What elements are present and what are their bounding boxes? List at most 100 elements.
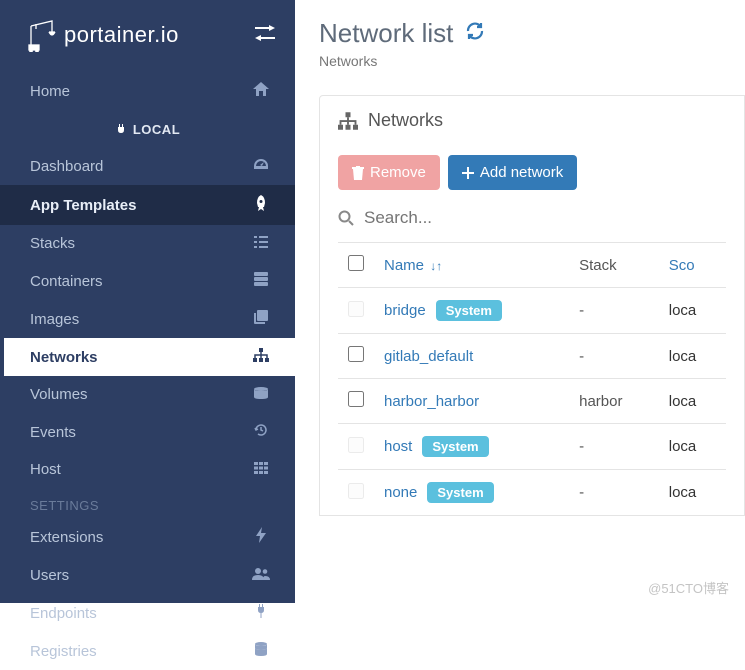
breadcrumb: Networks (319, 53, 745, 69)
nav-label: Stacks (30, 235, 75, 252)
system-tag: System (422, 436, 488, 457)
nav-label: Networks (30, 349, 98, 366)
row-checkbox[interactable] (348, 346, 364, 362)
plug-icon (251, 604, 271, 622)
scope-cell: loca (659, 334, 726, 379)
row-checkbox[interactable] (348, 391, 364, 407)
server-icon (251, 272, 271, 290)
scope-cell: loca (659, 424, 726, 470)
th-icon (251, 461, 271, 478)
nav-networks[interactable]: Networks (0, 338, 295, 376)
nav-label: Events (30, 424, 76, 441)
brand-text: portainer.io (64, 22, 179, 48)
trash-icon (352, 166, 364, 180)
row-checkbox (348, 301, 364, 317)
button-label: Add network (480, 164, 563, 181)
nav-label: Users (30, 567, 69, 584)
nav-host[interactable]: Host (0, 451, 295, 488)
network-name-link[interactable]: gitlab_default (384, 348, 473, 365)
database-icon (251, 642, 271, 660)
history-icon (251, 423, 271, 441)
networks-table: Name ↓↑ Stack Sco bridgeSystem-locagitla… (338, 242, 726, 515)
list-icon (251, 235, 271, 252)
sitemap-icon (338, 111, 358, 131)
system-tag: System (427, 482, 493, 503)
select-all-header (338, 243, 374, 288)
nav-label: Containers (30, 273, 103, 290)
stack-cell: - (569, 288, 659, 334)
network-name-link[interactable]: none (384, 484, 417, 501)
stack-cell: - (569, 424, 659, 470)
scope-cell: loca (659, 288, 726, 334)
select-all-checkbox[interactable] (348, 255, 364, 271)
endpoint-section: LOCAL (0, 112, 295, 147)
nav-endpoints[interactable]: Endpoints (0, 594, 295, 632)
col-name[interactable]: Name ↓↑ (374, 243, 569, 288)
bolt-icon (251, 527, 271, 547)
table-row: host System -loca (338, 424, 726, 470)
nav-label: Endpoints (30, 605, 97, 622)
table-row: bridge System -loca (338, 288, 726, 334)
settings-heading: SETTINGS (0, 488, 295, 517)
network-name-link[interactable]: harbor_harbor (384, 393, 479, 410)
nav-label: Images (30, 311, 79, 328)
nav-events[interactable]: Events (0, 413, 295, 451)
network-name-link[interactable]: host (384, 438, 412, 455)
logo[interactable]: portainer.io (28, 18, 179, 52)
panel-title: Networks (368, 110, 443, 131)
row-checkbox (348, 437, 364, 453)
nav-home[interactable]: Home (0, 70, 295, 112)
rocket-icon (251, 195, 271, 215)
main-content: Network list Networks Networks Remove Ad… (295, 0, 745, 603)
nav-images[interactable]: Images (0, 300, 295, 338)
users-icon (251, 567, 271, 584)
panel-header: Networks (320, 96, 744, 145)
nav-containers[interactable]: Containers (0, 262, 295, 300)
nav-label: App Templates (30, 197, 136, 214)
system-tag: System (436, 300, 502, 321)
page-header: Network list Networks (319, 18, 745, 69)
sitemap-icon (251, 348, 271, 366)
scope-cell: loca (659, 379, 726, 424)
nav-label: Extensions (30, 529, 103, 546)
networks-panel: Networks Remove Add network (319, 95, 745, 516)
clone-icon (251, 310, 271, 328)
refresh-icon[interactable] (465, 21, 485, 47)
row-checkbox (348, 483, 364, 499)
nav-label: Volumes (30, 386, 88, 403)
nav-label: Registries (30, 643, 97, 660)
plug-icon (115, 124, 127, 136)
add-network-button[interactable]: Add network (448, 155, 577, 190)
sidebar-toggle-icon[interactable] (255, 25, 275, 46)
sidebar: portainer.io Home LOCAL Dashboard App Te… (0, 0, 295, 603)
action-buttons: Remove Add network (338, 155, 726, 190)
scope-cell: loca (659, 470, 726, 516)
col-stack[interactable]: Stack (569, 243, 659, 288)
search-input[interactable] (364, 208, 564, 228)
search-row (338, 208, 726, 228)
remove-button[interactable]: Remove (338, 155, 440, 190)
table-row: none System -loca (338, 470, 726, 516)
crane-icon (28, 18, 58, 52)
stack-cell: harbor (569, 379, 659, 424)
nav-volumes[interactable]: Volumes (0, 376, 295, 413)
home-icon (251, 82, 271, 100)
col-scope[interactable]: Sco (659, 243, 726, 288)
stack-cell: - (569, 470, 659, 516)
page-title: Network list (319, 18, 453, 49)
nav-users[interactable]: Users (0, 557, 295, 594)
sidebar-header: portainer.io (0, 0, 295, 70)
nav-label: Dashboard (30, 158, 103, 175)
nav-dashboard[interactable]: Dashboard (0, 147, 295, 185)
plus-icon (462, 167, 474, 179)
nav-stacks[interactable]: Stacks (0, 225, 295, 262)
nav-extensions[interactable]: Extensions (0, 517, 295, 557)
nav-app-templates[interactable]: App Templates (0, 185, 295, 225)
nav-registries[interactable]: Registries (0, 632, 295, 670)
table-row: gitlab_default-loca (338, 334, 726, 379)
hdd-icon (251, 386, 271, 403)
search-icon (338, 210, 354, 226)
watermark: @51CTO博客 (648, 578, 729, 597)
tachometer-icon (251, 157, 271, 175)
network-name-link[interactable]: bridge (384, 302, 426, 319)
